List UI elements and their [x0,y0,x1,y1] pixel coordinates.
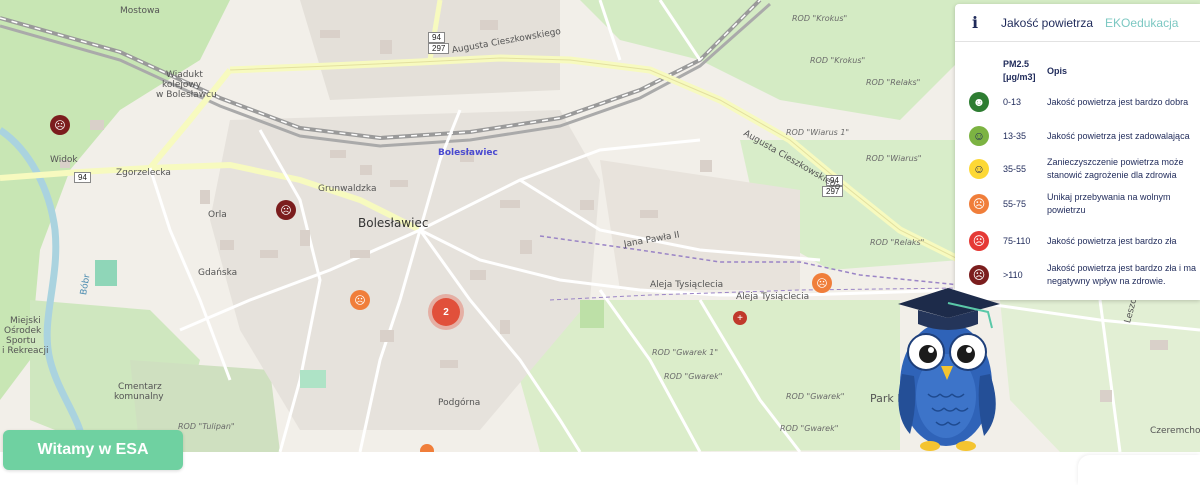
map-label-wiadukt-1: Wiadukt [166,70,203,80]
map-label-gwarek-1: ROD "Gwarek 1" [652,348,719,357]
legend-description: Jakość powietrza jest bardzo zła [1047,235,1177,246]
map-label-gdanska: Gdańska [198,268,238,278]
app-stage: 94 297 94 94 297 Bolesławiec Bolesławiec… [0,0,1200,485]
map-label-osrodek-3: Sportu [6,336,36,346]
marker-cluster[interactable]: 2 [432,298,460,326]
map-label-orla: Orla [208,210,227,220]
legend-row: ☹ 55-75 Unikaj przebywania na wolnym powie… [955,191,1200,217]
map-label-osrodek-2: Ośrodek [4,326,42,336]
legend-col-pm: PM2.5 [1003,59,1030,69]
map-label-gwarek-2: ROD "Gwarek" [664,372,723,381]
map-label-tulipan: ROD "Tulipan" [178,422,235,431]
air-quality-face-icon: ☹ [969,194,989,214]
road-shield-297: 297 [428,43,450,54]
map-label-gwarek-4: ROD "Gwarek" [780,424,839,433]
legend-range: 35-55 [1003,164,1027,174]
tab-ekoedukacja[interactable]: EKOedukacja [1099,16,1184,30]
legend-range: 55-75 [1003,199,1027,209]
map-label-wiarus-1: ROD "Wiarus 1" [786,128,850,137]
map-label-czeremchowa: Czeremchowa [1150,426,1200,436]
map-label-cmentarz-1: Cmentarz [118,382,162,392]
legend-description: Unikaj przebywania na wolnym powietrzu [1047,192,1171,215]
map-label-podgorna: Podgórna [438,398,481,408]
legend-description: Zanieczyszczenie powietrza może stanowić… [1047,157,1184,180]
legend-row: ☺ 13-35 Jakość powietrza jest zadowalająca [955,126,1200,146]
air-quality-face-icon: ☻ [969,92,989,112]
bottom-right-card [1078,455,1200,485]
map-label-wiarus-2: ROD "Wiarus" [866,154,922,163]
owl-mascot-icon [898,288,1000,451]
map-label-widok: Widok [50,155,78,165]
legend-row: ☻ 0-13 Jakość powietrza jest bardzo dobra [955,92,1200,112]
map-label-osrodek-4: i Rekreacji [2,346,49,356]
legend-description: Jakość powietrza jest zadowalająca [1047,130,1190,141]
legend-range: 0-13 [1003,97,1022,107]
welcome-button[interactable]: Witamy w ESA [3,430,183,470]
legend-row: ☺ 35-55 Zanieczyszczenie powietrza może st… [955,156,1200,182]
map-label-wiadukt-3: w Bolesławcu [156,90,217,100]
legend-tabs: i Jakość powietrza EKOedukacja [955,4,1200,42]
map-label-gwarek-3: ROD "Gwarek" [786,392,845,401]
air-quality-marker[interactable]: ☹ [276,200,296,220]
map-label-osrodek-1: Miejski [10,316,41,326]
air-quality-marker[interactable] [420,444,434,452]
air-quality-marker[interactable]: ☹ [50,115,70,135]
legend-range: >110 [1003,270,1023,280]
legend-col-pm-unit: [μg/m3] [1003,72,1036,82]
legend-range: 13-35 [1003,131,1027,141]
info-icon[interactable]: i [955,13,995,32]
map-label-grunwaldzka: Grunwaldzka [318,184,377,194]
map-label-zgorzelecka: Zgorzelecka [116,168,171,178]
road-shield-94: 94 [428,32,445,43]
map-label-relaks-2: ROD "Relaks" [870,238,925,247]
map-label-town: Bolesławiec [358,216,429,230]
map-label-relaks-1: ROD "Relaks" [866,78,921,87]
road-shield-94-west: 94 [74,172,91,183]
air-quality-face-icon: ☺ [969,159,989,179]
air-quality-face-icon: ☺ [969,126,989,146]
legend-description: Jakość powietrza jest bardzo zła i ma ne… [1047,263,1197,286]
map-label-aleja-2: Aleja Tysiąclecia [736,292,810,302]
air-quality-marker[interactable]: ☹ [350,290,370,310]
air-quality-face-icon: ☹ [969,231,989,251]
legend-description: Jakość powietrza jest bardzo dobra [1047,96,1189,107]
legend-panel: i Jakość powietrza EKOedukacja PM2.5 [μg… [955,4,1200,300]
map-label-wiadukt-2: kolejowy [162,80,202,90]
legend-range: 75-110 [1003,236,1031,246]
tab-air-quality[interactable]: Jakość powietrza [995,16,1099,30]
legend-col-desc: Opis [1047,66,1068,76]
map-label-krokus-2: ROD "Krokus" [810,56,866,65]
map-label-mostowa: Mostowa [120,6,160,16]
legend-row: ☹ 75-110 Jakość powietrza jest bardzo zła [955,231,1200,251]
map-label-aleja-1: Aleja Tysiąclecia [650,280,724,290]
hospital-icon: + [733,311,747,325]
legend-header: PM2.5 [μg/m3] Opis [955,42,1200,92]
air-quality-marker[interactable]: ☹ [812,273,832,293]
map-label-cmentarz-2: komunalny [114,392,164,402]
air-quality-face-icon: ☹ [969,265,989,285]
map-label-station: Bolesławiec [438,148,498,158]
map-label-krokus-1: ROD "Krokus" [792,14,848,23]
